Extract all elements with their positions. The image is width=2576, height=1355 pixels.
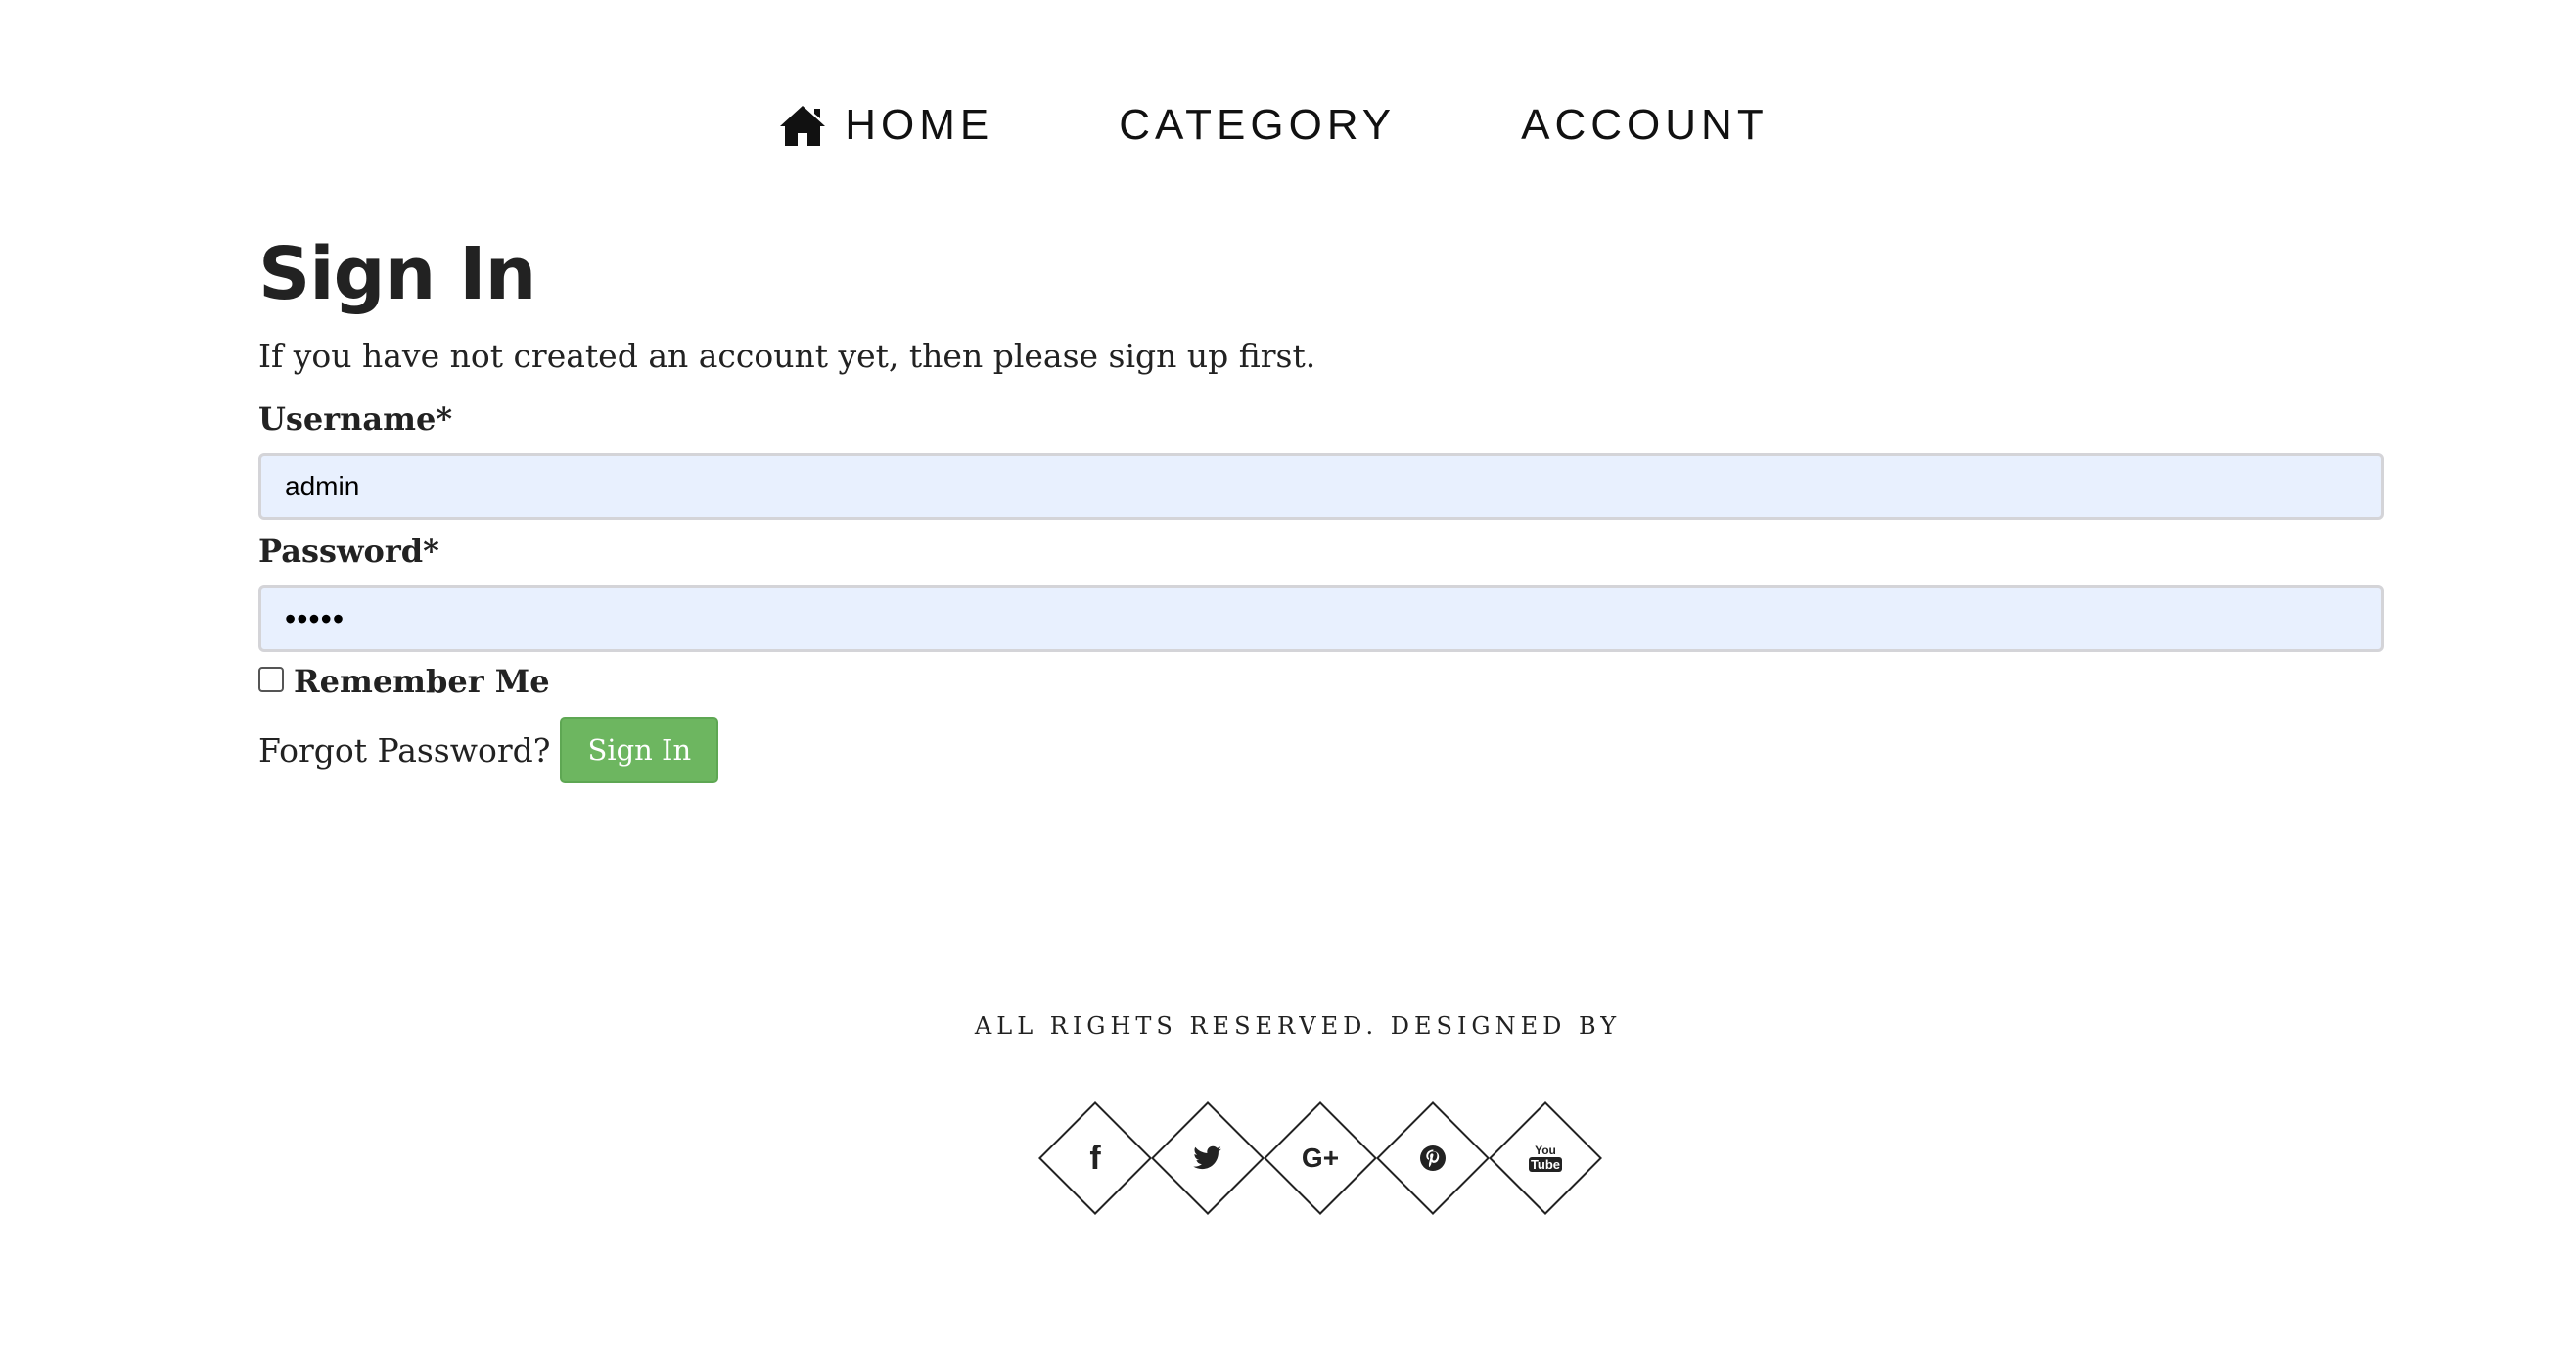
- nav-home-label: HOME: [845, 101, 994, 149]
- google-plus-link[interactable]: G+: [1264, 1101, 1377, 1215]
- username-input[interactable]: admin: [258, 453, 2384, 520]
- remember-me-row: Remember Me: [258, 660, 2382, 703]
- facebook-icon: f: [1089, 1139, 1101, 1177]
- remember-me-checkbox[interactable]: [258, 667, 284, 692]
- password-input[interactable]: •••••: [258, 585, 2384, 652]
- signin-section: Sign In If you have not created an accou…: [258, 225, 2384, 783]
- facebook-link[interactable]: f: [1038, 1101, 1152, 1215]
- google-plus-icon: G+: [1301, 1143, 1340, 1173]
- youtube-link[interactable]: You Tube: [1489, 1101, 1602, 1215]
- twitter-link[interactable]: [1151, 1101, 1265, 1215]
- forgot-password-link[interactable]: Forgot Password?: [258, 731, 550, 770]
- twitter-icon: [1152, 1102, 1264, 1214]
- password-label: Password*: [258, 533, 439, 570]
- youtube-icon: You Tube: [1528, 1144, 1563, 1172]
- nav-category-link[interactable]: CATEGORY: [1119, 101, 1396, 150]
- sign-in-button[interactable]: Sign In: [560, 717, 719, 783]
- home-icon: [778, 103, 827, 148]
- username-label: Username*: [258, 400, 453, 438]
- remember-me-label[interactable]: Remember Me: [294, 663, 550, 700]
- main-nav: HOME CATEGORY ACCOUNT: [0, 94, 2576, 157]
- nav-home-link[interactable]: HOME: [778, 101, 993, 150]
- footer-copyright: ALL RIGHTS RESERVED. DESIGNED BY: [974, 1012, 1622, 1040]
- form-actions: Forgot Password? Sign In: [258, 717, 2382, 783]
- intro-text: If you have not created an account yet, …: [258, 337, 1316, 375]
- nav-account-link[interactable]: ACCOUNT: [1521, 101, 1769, 150]
- pinterest-icon: [1377, 1102, 1489, 1214]
- page-title: Sign In: [258, 232, 536, 316]
- nav-category-label: CATEGORY: [1119, 101, 1397, 149]
- nav-account-label: ACCOUNT: [1521, 101, 1769, 149]
- pinterest-link[interactable]: [1376, 1101, 1490, 1215]
- social-links: f G+ You Tube: [1038, 1101, 1602, 1215]
- nav-items: HOME CATEGORY ACCOUNT: [715, 101, 1830, 150]
